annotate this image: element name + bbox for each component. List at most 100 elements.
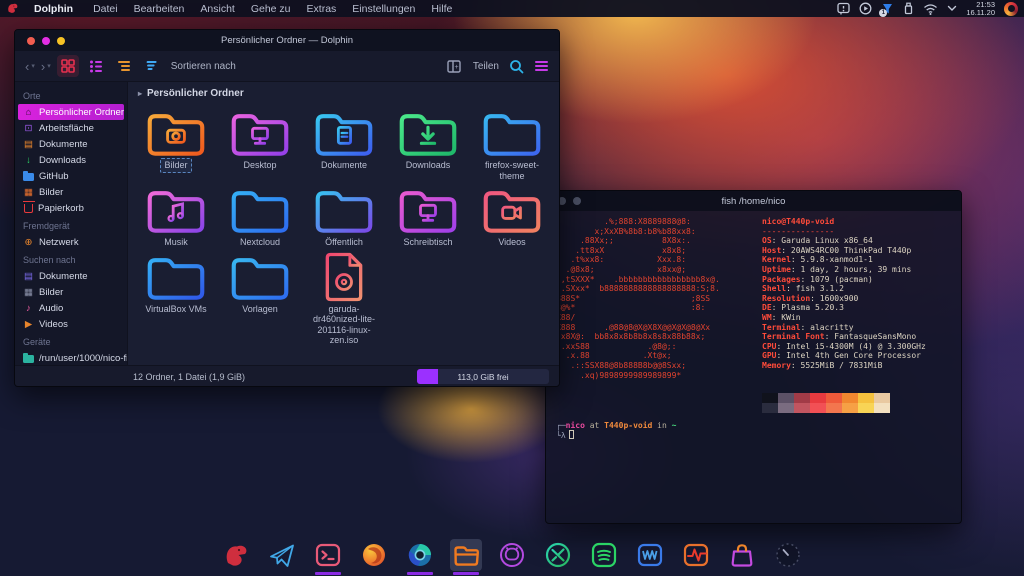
removable-device-icon[interactable]	[903, 2, 914, 15]
terminal-title: fish /home/nico	[546, 196, 961, 207]
schreibtisch-folder-icon	[398, 185, 458, 235]
file-item-virtualbox-vms[interactable]: VirtualBox VMs	[134, 252, 218, 348]
menu-item-einstellungen[interactable]: Einstellungen	[344, 3, 423, 15]
sidebar-item-bilder[interactable]: ▦Bilder	[15, 284, 127, 300]
file-item-ffentlich[interactable]: Öffentlich	[302, 185, 386, 250]
dock-item-garuda-launcher[interactable]	[217, 539, 255, 575]
file-item-schreibtisch[interactable]: Schreibtisch	[386, 185, 470, 250]
updates-icon[interactable]: 1	[881, 2, 894, 15]
sidebar-item-arbeitsfl-che[interactable]: ⊡Arbeitsfläche	[15, 120, 127, 136]
terminal-content[interactable]: .%;888:X8889888@8: x;XxXB%8b8:b8%b88xx8:…	[546, 211, 961, 441]
expand-chevron-icon[interactable]	[947, 5, 957, 12]
dock-item-firefox[interactable]	[355, 539, 393, 575]
file-item-desktop[interactable]: Desktop	[218, 108, 302, 183]
sidebar-item-papierkorb[interactable]: Papierkorb	[15, 200, 127, 216]
menu-item-ansicht[interactable]: Ansicht	[192, 3, 242, 15]
sidebar-item-videos[interactable]: ▶Videos	[15, 316, 127, 332]
dock-item-spotify[interactable]	[585, 539, 623, 575]
running-indicator	[361, 572, 387, 575]
dock-item-chromium[interactable]	[401, 539, 439, 575]
sort-icon	[145, 59, 159, 73]
dock-item-clock-widget[interactable]	[769, 539, 807, 575]
dolphin-icon	[450, 539, 482, 571]
file-item-bilder[interactable]: Bilder	[134, 108, 218, 183]
clock[interactable]: 21:53 16.11.20	[966, 1, 995, 17]
notification-icon[interactable]	[837, 2, 850, 15]
terminal-titlebar[interactable]: fish /home/nico	[546, 191, 961, 211]
file-item-videos[interactable]: Videos	[470, 185, 554, 250]
dolphin-titlebar[interactable]: Persönlicher Ordner — Dolphin	[15, 30, 559, 51]
breadcrumb-location[interactable]: Persönlicher Ordner	[147, 88, 244, 99]
file-item-garuda-dr460nized-lite-201116-linux-zen-iso[interactable]: garuda-dr460nized-lite-201116-linux-zen.…	[302, 252, 386, 348]
file-item-firefox-sweet-theme[interactable]: firefox-sweet-theme	[470, 108, 554, 183]
sidebar-item-bilder[interactable]: ▦Bilder	[15, 184, 127, 200]
game-app-icon	[542, 539, 574, 571]
dock-item-github[interactable]	[493, 539, 531, 575]
sort-button[interactable]	[141, 55, 163, 77]
list-view-button[interactable]	[85, 55, 107, 77]
garuda-assistant-icon[interactable]	[1004, 2, 1018, 16]
forward-button[interactable]: ›▾	[41, 59, 51, 74]
sort-label[interactable]: Sortieren nach	[171, 61, 236, 72]
clock-date: 16.11.20	[966, 9, 995, 17]
dolphin-maximize-button[interactable]	[57, 37, 65, 45]
dokumente-icon: ▤	[23, 139, 34, 150]
fetch-value: : Intel i5-4300M (4) @ 3.300GHz	[776, 342, 925, 351]
dock-item-system-monitor[interactable]	[677, 539, 715, 575]
palette-swatch	[762, 403, 778, 413]
fetch-line-terminal-font: Terminal Font: FantasqueSansMono	[762, 332, 953, 342]
sidebar-item-run-user-1000-nico-fir[interactable]: /run/user/1000/nico-fir	[15, 350, 127, 365]
running-indicator	[683, 572, 709, 575]
menu-item-hilfe[interactable]: Hilfe	[423, 3, 460, 15]
dock-item-telegram[interactable]	[263, 539, 301, 575]
dolphin-close-button[interactable]	[27, 37, 35, 45]
menu-item-gehe-zu[interactable]: Gehe zu	[243, 3, 299, 15]
menu-item-bearbeiten[interactable]: Bearbeiten	[126, 3, 193, 15]
menu-item-datei[interactable]: Datei	[85, 3, 126, 15]
running-indicator	[775, 572, 801, 575]
palette-swatch	[794, 403, 810, 413]
sidebar-item-dokumente[interactable]: ▤Dokumente	[15, 268, 127, 284]
palette-swatch	[858, 403, 874, 413]
file-label: firefox-sweet-theme	[472, 158, 552, 183]
search-icon[interactable]	[509, 59, 524, 74]
hamburger-menu-icon[interactable]	[534, 60, 549, 73]
file-item-dokumente[interactable]: Dokumente	[302, 108, 386, 183]
dock-item-game-app[interactable]	[539, 539, 577, 575]
file-item-nextcloud[interactable]: Nextcloud	[218, 185, 302, 250]
media-player-icon[interactable]	[859, 2, 872, 15]
wifi-icon[interactable]	[923, 3, 938, 15]
free-space-text: 113,0 GiB frei	[457, 372, 508, 382]
back-button[interactable]: ‹▾	[25, 59, 35, 74]
sidebar-item-pers-nlicher-ordner[interactable]: ⌂Persönlicher Ordner	[18, 104, 124, 120]
breadcrumb[interactable]: ▸ Persönlicher Ordner	[128, 82, 559, 104]
sidebar-item-netzwerk[interactable]: ⊕Netzwerk	[15, 234, 127, 250]
menu-app-name[interactable]: Dolphin	[26, 3, 85, 15]
file-item-musik[interactable]: Musik	[134, 185, 218, 250]
split-view-icon[interactable]: +	[447, 60, 461, 73]
dock-item-waveform-app[interactable]	[631, 539, 669, 575]
dock-item-terminal[interactable]	[309, 539, 347, 575]
dock-item-dolphin[interactable]	[447, 539, 485, 575]
split-label[interactable]: Teilen	[473, 61, 499, 72]
sidebar-item-dokumente[interactable]: ▤Dokumente	[15, 136, 127, 152]
sidebar-item-github[interactable]: GitHub	[15, 168, 127, 184]
desktop-folder-icon	[230, 108, 290, 158]
sidebar-item-downloads[interactable]: ↓Downloads	[15, 152, 127, 168]
terminal-cursor	[569, 430, 574, 439]
icon-view-button[interactable]	[57, 55, 79, 77]
fetch-value: : 20AWS4RC00 ThinkPad T440p	[781, 246, 911, 255]
palette-row-2	[762, 403, 953, 413]
file-item-downloads[interactable]: Downloads	[386, 108, 470, 183]
terminal-minimize-button[interactable]	[573, 197, 581, 205]
menu-item-extras[interactable]: Extras	[299, 3, 345, 15]
file-label: Desktop	[239, 158, 280, 173]
sidebar-item-audio[interactable]: ♪Audio	[15, 300, 127, 316]
file-item-vorlagen[interactable]: Vorlagen	[218, 252, 302, 348]
downloads-icon: ↓	[23, 155, 34, 166]
palette-swatch	[842, 393, 858, 403]
dock-item-software-center[interactable]	[723, 539, 761, 575]
status-summary: 12 Ordner, 1 Datei (1,9 GiB)	[133, 372, 245, 382]
dolphin-minimize-button[interactable]	[42, 37, 50, 45]
tree-view-button[interactable]	[113, 55, 135, 77]
